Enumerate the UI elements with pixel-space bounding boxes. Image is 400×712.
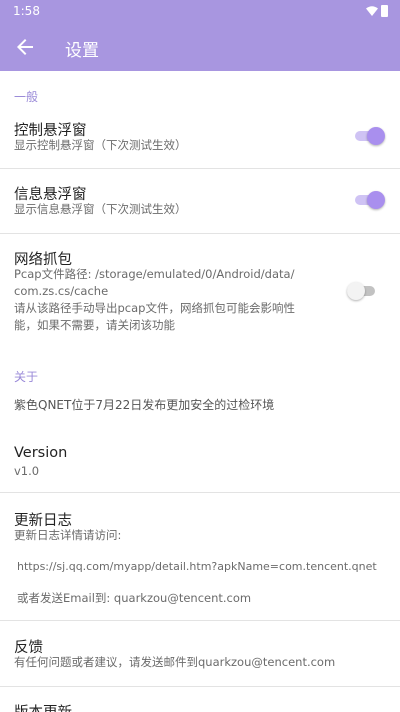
status-bar: 1:58 (0, 0, 400, 24)
float-info-switch[interactable] (355, 191, 385, 209)
arrow-back-icon[interactable] (13, 35, 37, 59)
capture-summary-line: 请从该路径手动导出pcap文件，网络抓包可能会影响性 (14, 301, 295, 315)
setting-about-note[interactable]: 紫色QNET位于7月22日发布更加安全的过检环境 (0, 389, 400, 439)
about-note-text: 紫色QNET位于7月22日发布更加安全的过检环境 (14, 398, 275, 412)
setting-title: 版本更新 (14, 701, 72, 712)
setting-feedback[interactable]: 反馈 有任何问题或者建议，请发送邮件到quarkzou@tencent.com (0, 621, 400, 686)
setting-float-control[interactable]: 控制悬浮窗 显示控制悬浮窗（下次测试生效） (0, 111, 400, 168)
changelog-email-text: 或者发送Email到: quarkzou@tencent.com (17, 591, 252, 605)
app-bar: 设置 (0, 24, 400, 71)
settings-list: 一般 控制悬浮窗 显示控制悬浮窗（下次测试生效） 信息悬浮窗 显示信息悬浮窗（下… (0, 71, 400, 712)
setting-version-update[interactable]: 版本更新 (0, 687, 400, 712)
capture-summary-line: 能，如果不需要，请关闭该功能 (14, 318, 175, 332)
setting-version[interactable]: Version v1.0 (0, 433, 400, 492)
switch-thumb (347, 282, 365, 300)
setting-summary: 显示控制悬浮窗（下次测试生效） (14, 138, 187, 152)
status-time: 1:58 (13, 4, 40, 18)
setting-summary: v1.0 (14, 464, 40, 478)
category-general: 一般 (14, 90, 39, 104)
setting-summary: 有任何问题或者建议，请发送邮件到quarkzou@tencent.com (14, 655, 336, 669)
setting-summary: 更新日志详情请访问: (14, 528, 122, 542)
setting-summary: 显示信息悬浮窗（下次测试生效） (14, 202, 187, 216)
float-control-switch[interactable] (355, 127, 385, 145)
battery-icon (381, 5, 388, 17)
capture-summary-line: Pcap文件路径: /storage/emulated/0/Android/da… (14, 267, 295, 281)
network-capture-switch[interactable] (347, 282, 377, 300)
changelog-url-link[interactable]: https://sj.qq.com/myapp/detail.htm?apkNa… (17, 558, 377, 575)
switch-thumb (367, 127, 385, 145)
capture-summary-line: com.zs.cs/cache (14, 284, 109, 298)
switch-thumb (367, 191, 385, 209)
category-about: 关于 (14, 370, 39, 384)
page-title: 设置 (65, 41, 99, 61)
setting-changelog[interactable]: 更新日志 更新日志详情请访问: https://sj.qq.com/myapp/… (0, 493, 400, 620)
setting-title: Version (14, 445, 68, 461)
setting-float-info[interactable]: 信息悬浮窗 显示信息悬浮窗（下次测试生效） (0, 169, 400, 233)
setting-network-capture[interactable]: 网络抓包 Pcap文件路径: /storage/emulated/0/Andro… (0, 234, 400, 344)
wifi-icon (366, 6, 378, 16)
